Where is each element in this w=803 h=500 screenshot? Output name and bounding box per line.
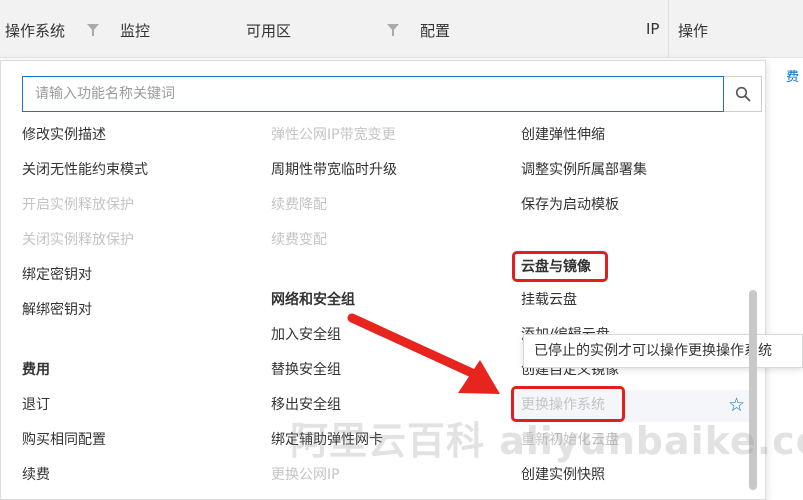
search-button[interactable]	[724, 76, 762, 112]
action-create-instance-snapshot[interactable]: 创建实例快照	[521, 466, 605, 484]
action-renew[interactable]: 续费	[22, 466, 50, 484]
column-header-zone[interactable]: 可用区	[246, 20, 291, 41]
action-temporary-bandwidth-upgrade[interactable]: 周期性带宽临时升级	[271, 161, 397, 179]
table-header: 操作系统 监控 可用区 配置 IP 操作	[0, 0, 803, 58]
fee-link[interactable]: 费	[786, 66, 799, 85]
action-unbind-key-pair[interactable]: 解绑密钥对	[22, 301, 92, 319]
action-leave-security-group[interactable]: 移出安全组	[271, 396, 341, 414]
column-header-operations[interactable]: 操作	[678, 20, 708, 41]
action-change-public-ip: 更换公网IP	[271, 467, 340, 483]
annotation-box-replace-os	[511, 386, 625, 422]
action-save-as-launch-template[interactable]: 保存为启动模板	[521, 196, 619, 214]
action-replace-security-group[interactable]: 替换安全组	[271, 361, 341, 379]
action-create-auto-scaling[interactable]: 创建弹性伸缩	[521, 126, 605, 144]
group-heading-network-security: 网络和安全组	[271, 292, 355, 308]
action-buy-same-config[interactable]: 购买相同配置	[22, 431, 106, 449]
function-search-input[interactable]	[22, 76, 724, 112]
group-heading-billing: 费用	[22, 362, 50, 378]
action-disable-release-protection: 关闭实例释放保护	[22, 232, 134, 248]
filter-icon[interactable]	[387, 24, 399, 36]
action-bind-secondary-eni[interactable]: 绑定辅助弹性网卡	[271, 431, 383, 449]
column-header-os[interactable]: 操作系统	[5, 20, 65, 41]
action-reinitialize-disk: 重新初始化云盘	[521, 432, 619, 448]
action-change-deployment-set[interactable]: 调整实例所属部署集	[521, 161, 647, 179]
action-attach-disk[interactable]: 挂载云盘	[521, 291, 577, 309]
annotation-box-disk-image	[512, 251, 608, 282]
action-eip-bandwidth-change: 弹性公网IP带宽变更	[271, 127, 396, 143]
action-disable-unlimited-mode[interactable]: 关闭无性能约束模式	[22, 161, 148, 179]
search-icon	[735, 86, 750, 102]
action-join-security-group[interactable]: 加入安全组	[271, 326, 341, 344]
column-header-monitor[interactable]: 监控	[120, 20, 150, 41]
column-header-config[interactable]: 配置	[420, 20, 450, 41]
function-search	[22, 76, 762, 112]
action-bind-key-pair[interactable]: 绑定密钥对	[22, 266, 92, 284]
filter-icon[interactable]	[87, 24, 99, 36]
action-modify-instance-description[interactable]: 修改实例描述	[22, 126, 106, 144]
action-renew-downgrade: 续费降配	[271, 197, 327, 213]
action-renew-change-config: 续费变配	[271, 232, 327, 248]
table-body-edge	[768, 58, 803, 500]
column-header-ip[interactable]: IP	[646, 20, 659, 38]
action-enable-release-protection: 开启实例释放保护	[22, 197, 134, 213]
action-unsubscribe[interactable]: 退订	[22, 396, 50, 414]
tooltip: 已停止的实例才可以操作更换操作系统	[523, 334, 803, 368]
dropdown-scrollbar[interactable]	[749, 290, 757, 490]
star-icon[interactable]: ☆	[728, 395, 745, 415]
column-divider	[668, 0, 669, 58]
